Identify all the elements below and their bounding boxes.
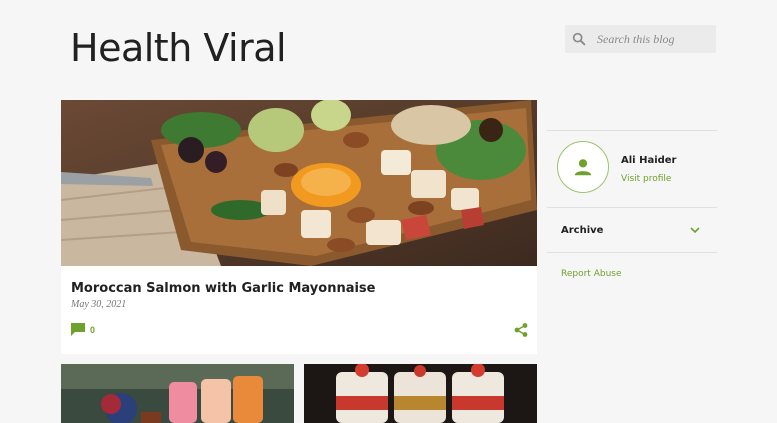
archive-label[interactable]: Archive: [561, 225, 603, 236]
comment-link[interactable]: 0: [71, 323, 95, 336]
avatar[interactable]: [557, 141, 609, 193]
comment-icon: [71, 323, 85, 336]
person-icon: [574, 159, 592, 176]
search-box[interactable]: [565, 25, 716, 53]
sidebar-divider: [547, 130, 717, 131]
sidebar-divider: [547, 252, 717, 253]
search-icon[interactable]: [571, 31, 587, 47]
post-thumbnail-parfaits[interactable]: [304, 364, 537, 423]
search-input[interactable]: [597, 31, 707, 47]
chevron-down-icon[interactable]: [689, 225, 701, 235]
report-abuse-link[interactable]: Report Abuse: [561, 269, 622, 279]
sidebar-divider: [547, 207, 717, 208]
visit-profile-link[interactable]: Visit profile: [621, 174, 671, 184]
author-name: Ali Haider: [621, 155, 677, 166]
post-thumbnail-smoothies[interactable]: [61, 364, 294, 423]
featured-post-image[interactable]: [61, 100, 537, 266]
blog-title[interactable]: Health Viral: [70, 26, 287, 70]
post-title[interactable]: Moroccan Salmon with Garlic Mayonnaise: [71, 281, 376, 296]
share-icon[interactable]: [514, 323, 528, 337]
featured-post-card: Moroccan Salmon with Garlic Mayonnaise M…: [61, 100, 537, 354]
post-date: May 30, 2021: [71, 299, 127, 310]
comment-count: 0: [90, 324, 96, 335]
